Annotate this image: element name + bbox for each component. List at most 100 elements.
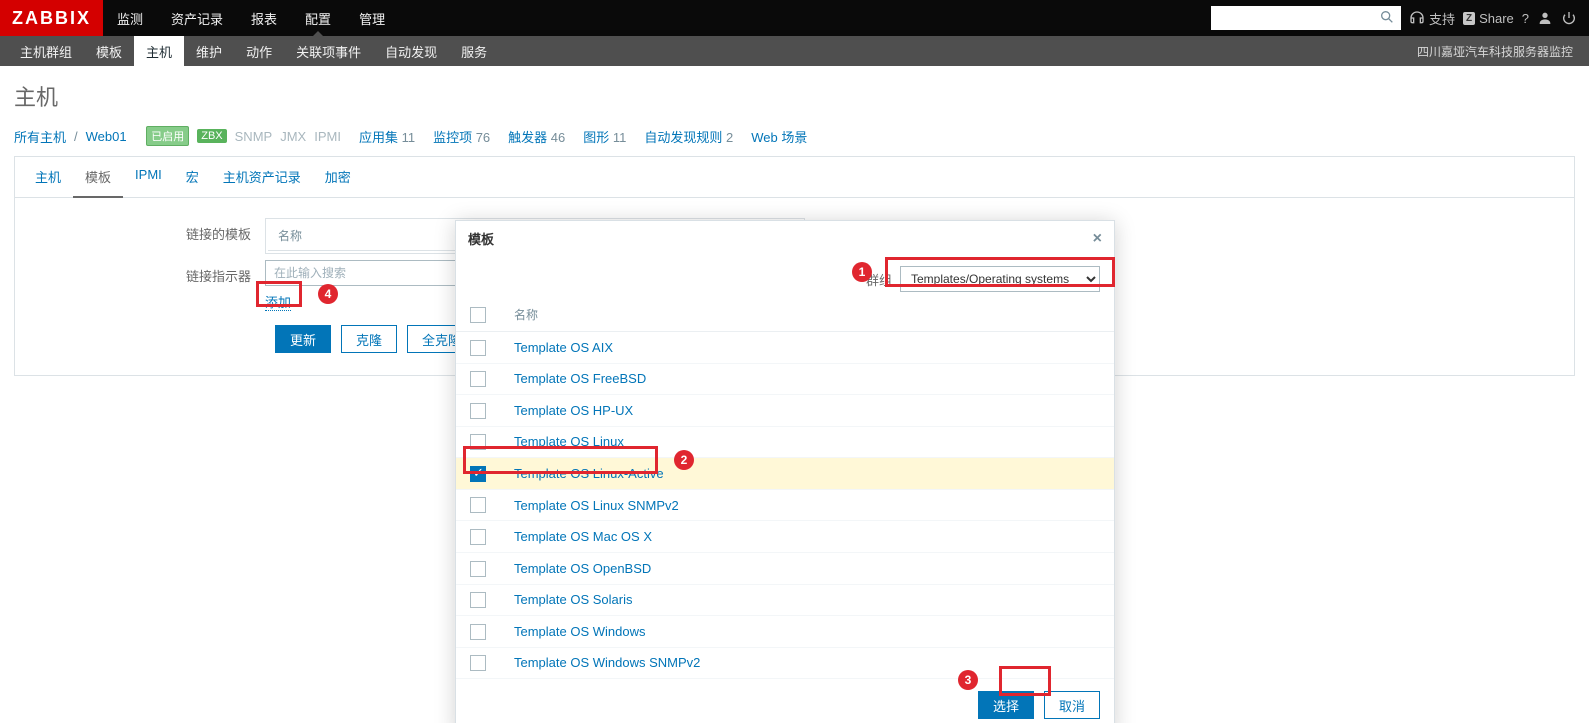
top-nav-items: 监测资产记录报表配置管理 (103, 0, 399, 36)
host-feature-link[interactable]: 监控项 76 (433, 127, 490, 146)
template-search-input[interactable] (265, 260, 465, 286)
select-button[interactable]: 选择 (978, 691, 1034, 719)
page-title: 主机 (14, 80, 1575, 112)
subnav-item[interactable]: 动作 (234, 36, 284, 66)
template-row[interactable]: Template OS OpenBSD (456, 552, 1114, 584)
template-link[interactable]: Template OS OpenBSD (514, 561, 651, 576)
global-search-input[interactable] (1217, 10, 1379, 26)
host-breadcrumb: 所有主机 / Web01 已启用 ZBX SNMP JMX IPMI 应用集 1… (14, 126, 1575, 146)
template-link[interactable]: Template OS Linux (514, 434, 624, 449)
template-row[interactable]: Template OS HP-UX (456, 395, 1114, 427)
logo[interactable]: ZABBIX (0, 0, 103, 36)
modal-title: 模板 (468, 229, 494, 248)
host-tab[interactable]: IPMI (123, 157, 174, 197)
template-link[interactable]: Template OS Linux SNMPv2 (514, 498, 679, 513)
host-tab[interactable]: 宏 (174, 157, 211, 197)
template-checkbox[interactable] (470, 403, 486, 419)
share-link[interactable]: ZShare (1463, 11, 1514, 26)
host-feature-link[interactable]: 应用集 11 (359, 127, 415, 146)
global-search[interactable] (1211, 6, 1401, 30)
topnav-item[interactable]: 管理 (345, 0, 399, 36)
user-icon[interactable] (1537, 10, 1553, 26)
template-checkbox[interactable] (470, 497, 486, 513)
template-link[interactable]: Template OS HP-UX (514, 403, 633, 418)
template-link[interactable]: Template OS Windows (514, 624, 646, 639)
host-tab[interactable]: 主机 (23, 157, 73, 197)
host-feature-link[interactable]: 图形 11 (583, 127, 626, 146)
subnav-item[interactable]: 模板 (84, 36, 134, 66)
top-nav: ZABBIX 监测资产记录报表配置管理 支持 ZShare ? (0, 0, 1589, 36)
topnav-item[interactable]: 资产记录 (157, 0, 237, 36)
top-nav-right: 支持 ZShare ? (1211, 0, 1589, 36)
cancel-button[interactable]: 取消 (1044, 691, 1100, 719)
template-link[interactable]: Template OS FreeBSD (514, 371, 646, 386)
modal-filter: 群组 Templates/Operating systems (456, 256, 1114, 298)
clone-button[interactable]: 克隆 (341, 325, 397, 353)
template-picker-modal: 模板 × 群组 Templates/Operating systems 名称 T… (455, 220, 1115, 723)
power-icon[interactable] (1561, 10, 1577, 26)
breadcrumb-host[interactable]: Web01 (86, 129, 127, 144)
breadcrumb-sep: / (74, 129, 78, 144)
topnav-item[interactable]: 配置 (291, 0, 345, 36)
group-select[interactable]: Templates/Operating systems (900, 266, 1100, 292)
template-checkbox[interactable] (470, 624, 486, 640)
host-tab[interactable]: 加密 (313, 157, 363, 197)
template-link[interactable]: Template OS Linux-Active (514, 466, 664, 481)
topnav-item[interactable]: 监测 (103, 0, 157, 36)
ipmi-badge: IPMI (314, 129, 341, 144)
template-checkbox[interactable] (470, 655, 486, 671)
search-icon[interactable] (1379, 9, 1395, 28)
subnav-item[interactable]: 维护 (184, 36, 234, 66)
breadcrumb-all-hosts[interactable]: 所有主机 (14, 127, 66, 146)
template-col-name: 名称 (500, 298, 1114, 332)
template-checkbox[interactable] (470, 371, 486, 387)
host-tab[interactable]: 主机资产记录 (211, 157, 313, 197)
template-checkbox[interactable] (470, 561, 486, 577)
host-tabs: 主机模板IPMI宏主机资产记录加密 (15, 157, 1574, 198)
template-link[interactable]: Template OS AIX (514, 340, 613, 355)
sub-nav-caption: 四川嘉垭汽车科技服务器监控 (1417, 36, 1581, 66)
add-link[interactable]: 添加 (265, 295, 291, 311)
subnav-item[interactable]: 自动发现 (373, 36, 449, 66)
host-feature-link[interactable]: 触发器 46 (508, 127, 565, 146)
template-list: 名称 Template OS AIX Template OS FreeBSD Tem… (456, 298, 1114, 679)
template-row[interactable]: Template OS FreeBSD (456, 363, 1114, 395)
template-link[interactable]: Template OS Mac OS X (514, 529, 652, 544)
subnav-item[interactable]: 主机 (134, 36, 184, 66)
template-row[interactable]: Template OS Linux SNMPv2 (456, 489, 1114, 521)
breadcrumb-links: 应用集 11 监控项 76 触发器 46 图形 11 自动发现规则 2 Web 场景 (359, 127, 807, 146)
template-checkbox[interactable] (470, 529, 486, 545)
template-row[interactable]: Template OS Linux-Active (456, 458, 1114, 490)
template-row[interactable]: Template OS Windows SNMPv2 (456, 647, 1114, 679)
subnav-item[interactable]: 主机群组 (8, 36, 84, 66)
template-checkbox[interactable] (470, 340, 486, 356)
support-link[interactable]: 支持 (1409, 9, 1455, 28)
sub-nav: 主机群组模板主机维护动作关联项事件自动发现服务 四川嘉垭汽车科技服务器监控 (0, 36, 1589, 66)
template-row[interactable]: Template OS Solaris (456, 584, 1114, 616)
linked-templates-label: 链接的模板 (15, 218, 265, 243)
subnav-item[interactable]: 服务 (449, 36, 499, 66)
update-button[interactable]: 更新 (275, 325, 331, 353)
template-row[interactable]: Template OS Windows (456, 616, 1114, 648)
select-all-checkbox[interactable] (470, 307, 486, 323)
jmx-badge: JMX (280, 129, 306, 144)
zbx-badge: ZBX (197, 129, 226, 143)
template-link[interactable]: Template OS Solaris (514, 592, 633, 607)
template-checkbox[interactable] (470, 434, 486, 450)
sub-nav-items: 主机群组模板主机维护动作关联项事件自动发现服务 (8, 36, 499, 66)
host-tab[interactable]: 模板 (73, 157, 123, 198)
help-icon[interactable]: ? (1522, 11, 1529, 26)
host-feature-link[interactable]: 自动发现规则 2 (644, 127, 733, 146)
topnav-item[interactable]: 报表 (237, 0, 291, 36)
group-label: 群组 (866, 270, 892, 289)
status-badge: 已启用 (146, 126, 189, 146)
template-row[interactable]: Template OS Mac OS X (456, 521, 1114, 553)
template-row[interactable]: Template OS Linux (456, 426, 1114, 458)
close-icon[interactable]: × (1093, 230, 1102, 248)
template-checkbox[interactable] (470, 592, 486, 608)
template-row[interactable]: Template OS AIX (456, 332, 1114, 364)
host-feature-link[interactable]: Web 场景 (751, 127, 807, 146)
template-link[interactable]: Template OS Windows SNMPv2 (514, 655, 700, 670)
template-checkbox[interactable] (470, 466, 486, 482)
subnav-item[interactable]: 关联项事件 (284, 36, 373, 66)
